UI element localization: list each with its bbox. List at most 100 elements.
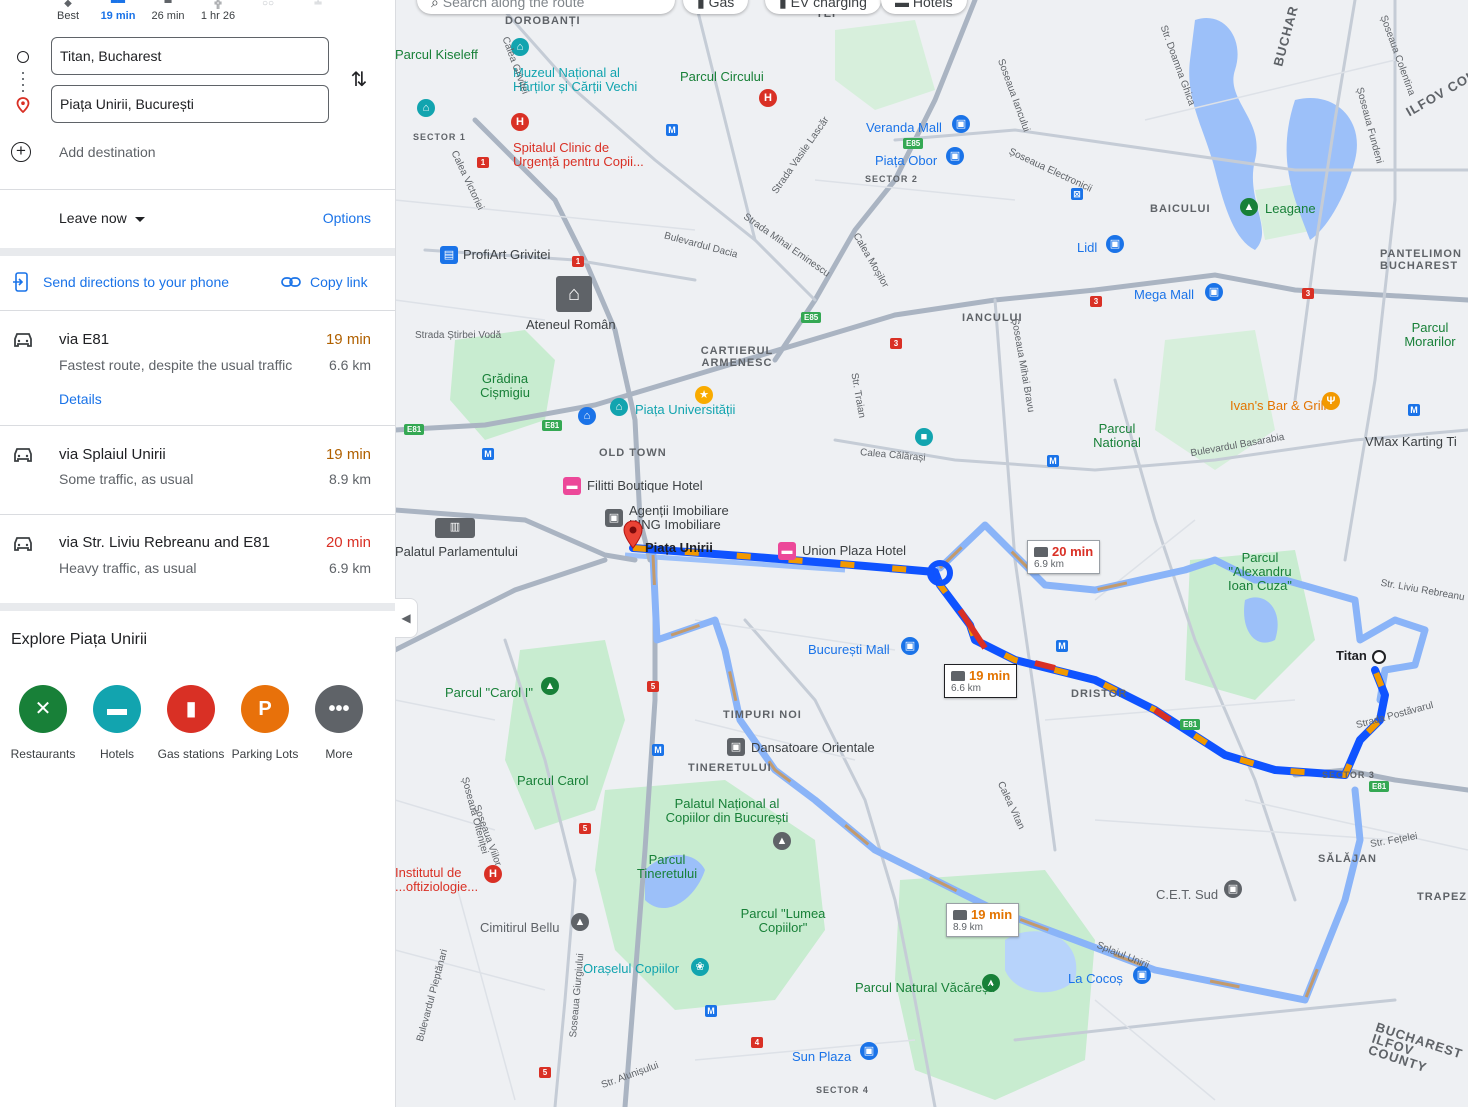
- route-option-2[interactable]: via Splaiul Unirii 19 min Some traffic, …: [0, 426, 395, 514]
- cemetery-icon[interactable]: ▲: [571, 913, 589, 931]
- route-callout-alt-19min[interactable]: 19 min 8.9 km: [946, 903, 1020, 937]
- place-label[interactable]: Agenții Imobiliare KING Imobiliare: [629, 504, 749, 532]
- route-callout-main-19min[interactable]: 19 min 6.6 km: [944, 664, 1018, 698]
- place-label[interactable]: Grădina Cișmigiu: [475, 372, 535, 400]
- place-label[interactable]: Parcul "Alexandru Ioan Cuza": [1220, 551, 1300, 593]
- place-label[interactable]: Lidl: [1077, 241, 1097, 255]
- category-gas-stations[interactable]: ▮ Gas stations: [154, 685, 228, 761]
- shopping-icon[interactable]: ▣: [901, 637, 919, 655]
- place-label[interactable]: ProfiArt Grivitei: [463, 248, 550, 262]
- place-label[interactable]: Spitalul Clinic de Urgență pentru Copii.…: [513, 141, 658, 169]
- fork-knife-icon[interactable]: Ψ: [1322, 392, 1340, 410]
- school-icon[interactable]: ▲: [773, 832, 791, 850]
- destination-input[interactable]: Piața Unirii, București: [51, 85, 329, 123]
- place-label[interactable]: Ateneul Român: [526, 318, 616, 332]
- place-label[interactable]: Palatul Parlamentului: [395, 545, 518, 559]
- place-label[interactable]: Leagane: [1265, 202, 1316, 216]
- collapse-panel-button[interactable]: ◀: [395, 598, 418, 638]
- mode-transit[interactable]: ▀ 26 min: [143, 0, 193, 22]
- shopping-icon[interactable]: ▣: [1205, 283, 1223, 301]
- place-label[interactable]: Orașelul Copiilor: [583, 962, 679, 976]
- shopping-cart-icon[interactable]: ▣: [1106, 235, 1124, 253]
- mode-walking[interactable]: ╬ 1 hr 26: [193, 0, 243, 22]
- place-label[interactable]: La Cocoș: [1068, 972, 1123, 986]
- landmark-icon[interactable]: ⌂: [556, 276, 592, 312]
- mode-cycling[interactable]: ○○: [243, 0, 293, 10]
- place-label[interactable]: Parcul "Carol I": [445, 686, 533, 700]
- shopping-icon[interactable]: ▣: [952, 115, 970, 133]
- hotel-icon[interactable]: ▬: [563, 477, 581, 495]
- route-callout-alt-20min[interactable]: 20 min 6.9 km: [1027, 540, 1101, 574]
- metro-icon[interactable]: M: [666, 124, 678, 136]
- place-label[interactable]: Mega Mall: [1134, 288, 1194, 302]
- hospital-icon[interactable]: H: [759, 89, 777, 107]
- place-label[interactable]: Parcul Natural Văcărești: [855, 981, 995, 995]
- place-label[interactable]: Piața Universității: [635, 403, 735, 417]
- shopping-cart-icon[interactable]: ▣: [946, 147, 964, 165]
- metro-icon[interactable]: M: [1056, 640, 1068, 652]
- chip-ev-charging[interactable]: ▮ EV charging: [765, 0, 881, 14]
- metro-icon[interactable]: M: [1408, 404, 1420, 416]
- category-hotels[interactable]: ▬ Hotels: [80, 685, 154, 761]
- route-option-1[interactable]: via E81 19 min Fastest route, despite th…: [0, 311, 395, 425]
- metro-icon[interactable]: M: [1047, 455, 1059, 467]
- place-label[interactable]: Parcul "Lumea Copiilor": [733, 907, 833, 935]
- place-label[interactable]: Institutul de ...oftiziologie...: [395, 866, 485, 894]
- shopping-icon[interactable]: ▣: [860, 1042, 878, 1060]
- place-label[interactable]: Sun Plaza: [792, 1050, 851, 1064]
- mode-driving[interactable]: ▀▀ 19 min: [93, 0, 143, 22]
- place-icon[interactable]: ⌂: [578, 407, 596, 425]
- place-label[interactable]: Parcul Carol: [517, 774, 589, 788]
- options-button[interactable]: Options: [323, 210, 371, 226]
- map-canvas[interactable]: ⌕ Search along the route ▮ Gas ▮ EV char…: [395, 0, 1468, 1107]
- place-label[interactable]: Piața Unirii: [645, 541, 713, 555]
- amusement-icon[interactable]: ❀: [691, 958, 709, 976]
- tree-icon[interactable]: ▲: [541, 677, 559, 695]
- route-search-input[interactable]: ⌕ Search along the route: [417, 0, 675, 14]
- landmark-icon[interactable]: ▥: [435, 518, 475, 538]
- hospital-icon[interactable]: H: [484, 865, 502, 883]
- hospital-icon[interactable]: H: [511, 113, 529, 131]
- office-icon[interactable]: ▣: [605, 509, 623, 527]
- place-icon[interactable]: ▣: [727, 738, 745, 756]
- route-option-3[interactable]: via Str. Liviu Rebreanu and E81 20 min H…: [0, 515, 395, 603]
- place-label[interactable]: VMax Karting Ti: [1365, 435, 1457, 449]
- place-label[interactable]: Parcul Morarilor: [1400, 321, 1460, 349]
- place-label[interactable]: București Mall: [808, 643, 890, 657]
- mode-flight[interactable]: ╧: [293, 0, 343, 10]
- factory-icon[interactable]: ▣: [1224, 880, 1242, 898]
- metro-icon[interactable]: M: [705, 1005, 717, 1017]
- place-label[interactable]: Muzeul Național al Hărților și Cărții Ve…: [513, 66, 658, 94]
- hotel-icon[interactable]: ▬: [778, 542, 796, 560]
- museum-icon[interactable]: ⌂: [610, 398, 628, 416]
- shopping-bag-icon[interactable]: ▤: [440, 246, 458, 264]
- place-label[interactable]: Filitti Boutique Hotel: [587, 479, 703, 493]
- place-label[interactable]: Dansatoare Orientale: [751, 741, 875, 755]
- place-label[interactable]: Cimitirul Bellu: [480, 921, 559, 935]
- leave-now-dropdown[interactable]: Leave now: [59, 210, 145, 226]
- origin-input[interactable]: Titan, Bucharest: [51, 37, 329, 75]
- metro-icon[interactable]: M: [652, 744, 664, 756]
- chip-hotels[interactable]: ▬ Hotels: [881, 0, 967, 14]
- place-label[interactable]: C.E.T. Sud: [1156, 888, 1218, 902]
- place-label[interactable]: Parcul Tineretului: [632, 853, 702, 881]
- place-label[interactable]: Parcul National: [1087, 422, 1147, 450]
- mode-best[interactable]: ◆ Best: [43, 0, 93, 22]
- category-parking-lots[interactable]: P Parking Lots: [228, 685, 302, 761]
- place-label[interactable]: Titan: [1336, 649, 1367, 663]
- category-more[interactable]: ••• More: [302, 685, 376, 761]
- place-label[interactable]: Ivan's Bar & Grill: [1230, 399, 1326, 413]
- metro-icon[interactable]: M: [482, 448, 494, 460]
- place-label[interactable]: Parcul Kiseleff: [395, 48, 478, 62]
- category-restaurants[interactable]: ✕ Restaurants: [6, 685, 80, 761]
- chip-gas[interactable]: ▮ Gas: [683, 0, 749, 14]
- tree-icon[interactable]: ▲: [1240, 198, 1258, 216]
- place-label[interactable]: Parcul Circului: [680, 70, 764, 84]
- place-label[interactable]: Veranda Mall: [866, 121, 942, 135]
- route-details-link[interactable]: Details: [59, 391, 102, 407]
- place-label[interactable]: Piața Obor: [875, 154, 937, 168]
- place-label[interactable]: Palatul Național al Copiilor din Bucureș…: [657, 797, 797, 825]
- museum-icon[interactable]: ⌂: [417, 99, 435, 117]
- place-label[interactable]: Union Plaza Hotel: [802, 544, 906, 558]
- place-icon[interactable]: ■: [915, 428, 933, 446]
